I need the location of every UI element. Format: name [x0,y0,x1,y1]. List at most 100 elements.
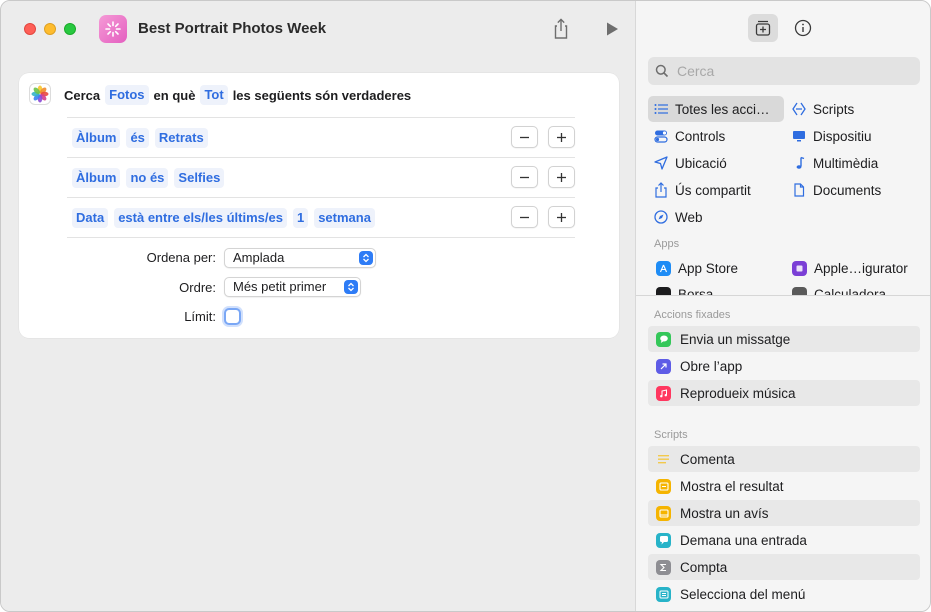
sparkle-icon [105,21,121,37]
action-label: Mostra el resultat [680,478,784,494]
filter-property-token[interactable]: Àlbum [72,168,121,188]
app-calculator[interactable]: Calculadora [786,282,920,295]
filter-row: Data està entre els/les últims/es 1 setm… [67,197,575,237]
add-filter-button[interactable] [548,166,575,188]
action-show-alert[interactable]: Mostra un avís [648,500,920,526]
filter-tokens: Àlbum és Retrats [72,128,208,148]
filter-amount-token[interactable]: 1 [292,208,309,228]
filter-property-token[interactable]: Data [72,208,109,228]
order-label: Ordre: [179,280,216,295]
shortcut-title[interactable]: Best Portrait Photos Week [138,20,326,37]
music-icon [656,385,671,401]
list-icon [654,102,668,116]
select-arrows-icon [344,280,358,294]
action-choose-from-menu[interactable]: Selecciona del menú [648,581,920,607]
filters-divider [67,237,575,238]
app-label: Apple…igurator [814,260,908,276]
category-label: Controls [675,128,726,144]
filter-tokens: Àlbum no és Selfies [72,168,225,188]
filter-operator-token[interactable]: està entre els/les últims/es [114,208,287,228]
category-label: Ubicació [675,155,727,171]
remove-filter-button[interactable] [511,126,538,148]
display-icon [792,129,806,143]
add-filter-button[interactable] [548,126,575,148]
order-value: Més petit primer [233,279,327,294]
action-label: Selecciona del menú [680,586,806,602]
sigma-icon [656,559,671,575]
action-search-field[interactable]: Cerca [648,57,920,85]
filter-operator-token[interactable]: és [126,128,149,148]
alert-icon [656,505,671,521]
show-result-icon [656,478,671,494]
action-label: Reprodueix música [680,385,796,401]
play-icon [607,22,618,36]
match-mode-token[interactable]: Tot [200,85,228,105]
app-stocks[interactable]: Borsa [650,282,784,295]
plus-icon [557,132,566,142]
comment-lines-icon [656,452,671,467]
app-apple-configurator[interactable]: Apple…igurator [786,255,920,281]
sort-by-label: Ordena per: [146,250,216,265]
action-ask-for-input[interactable]: Demana una entrada [648,527,920,553]
plus-icon [557,172,566,182]
open-app-icon [656,358,671,374]
category-sharing[interactable]: Ús compartit [648,177,784,203]
category-documents[interactable]: Documents [786,177,920,203]
scripts-section-header: Scripts [654,429,688,441]
action-send-message[interactable]: Envia un missatge [648,326,920,352]
ask-input-icon [656,532,671,548]
category-all-actions[interactable]: Totes les acci… [648,96,784,122]
app-store-icon [656,260,671,276]
sort-by-select[interactable]: Amplada [224,248,376,268]
tab-action-library[interactable] [748,14,778,42]
category-label: Multimèdia [813,155,879,171]
share-icon [554,18,568,39]
filter-value-token[interactable]: Selfies [174,168,225,188]
library-divider [636,295,930,296]
compass-icon [654,210,668,224]
filter-row: Àlbum és Retrats [67,117,575,157]
source-token[interactable]: Fotos [105,85,149,105]
category-controls[interactable]: Controls [648,123,784,149]
add-filter-button[interactable] [548,206,575,228]
remove-filter-button[interactable] [511,166,538,188]
filter-operator-token[interactable]: no és [126,168,169,188]
share-button[interactable] [551,18,571,40]
action-comment[interactable]: Comenta [648,446,920,472]
minus-icon [520,176,529,178]
music-note-icon [792,156,806,170]
tab-shortcut-details[interactable] [788,14,818,42]
run-button[interactable] [602,18,622,40]
action-show-result[interactable]: Mostra el resultat [648,473,920,499]
category-location[interactable]: Ubicació [648,150,784,176]
remove-filter-button[interactable] [511,206,538,228]
find-photos-action[interactable]: Cerca Fotos en què Tot les següents són … [19,73,619,338]
minimize-window-button[interactable] [44,23,56,35]
action-play-music[interactable]: Reprodueix música [648,380,920,406]
limit-checkbox[interactable] [224,308,241,325]
category-media[interactable]: Multimèdia [786,150,920,176]
shortcut-icon[interactable] [99,15,127,43]
category-scripts[interactable]: Scripts [786,96,920,122]
app-app-store[interactable]: App Store [650,255,784,281]
plus-icon [557,212,566,222]
action-count[interactable]: Compta [648,554,920,580]
category-label: Dispositiu [813,128,872,144]
apps-section-header: Apps [654,238,680,250]
filter-value-token[interactable]: Retrats [154,128,208,148]
limit-label: Límit: [184,309,216,324]
zoom-window-button[interactable] [64,23,76,35]
category-device[interactable]: Dispositiu [786,123,920,149]
order-select[interactable]: Més petit primer [224,277,361,297]
photos-flower-icon [31,85,49,103]
action-label: Envia un missatge [680,331,791,347]
filter-property-token[interactable]: Àlbum [72,128,121,148]
apple-configurator-icon [792,260,807,276]
category-web[interactable]: Web [648,204,784,230]
filter-unit-token[interactable]: setmana [314,208,375,228]
shortcut-editor: Best Portrait Photos Week Cerca Fotos en… [1,1,635,611]
app-label: Borsa [678,287,714,295]
close-window-button[interactable] [24,23,36,35]
action-label: Obre l’app [680,358,743,374]
action-open-app[interactable]: Obre l’app [648,353,920,379]
